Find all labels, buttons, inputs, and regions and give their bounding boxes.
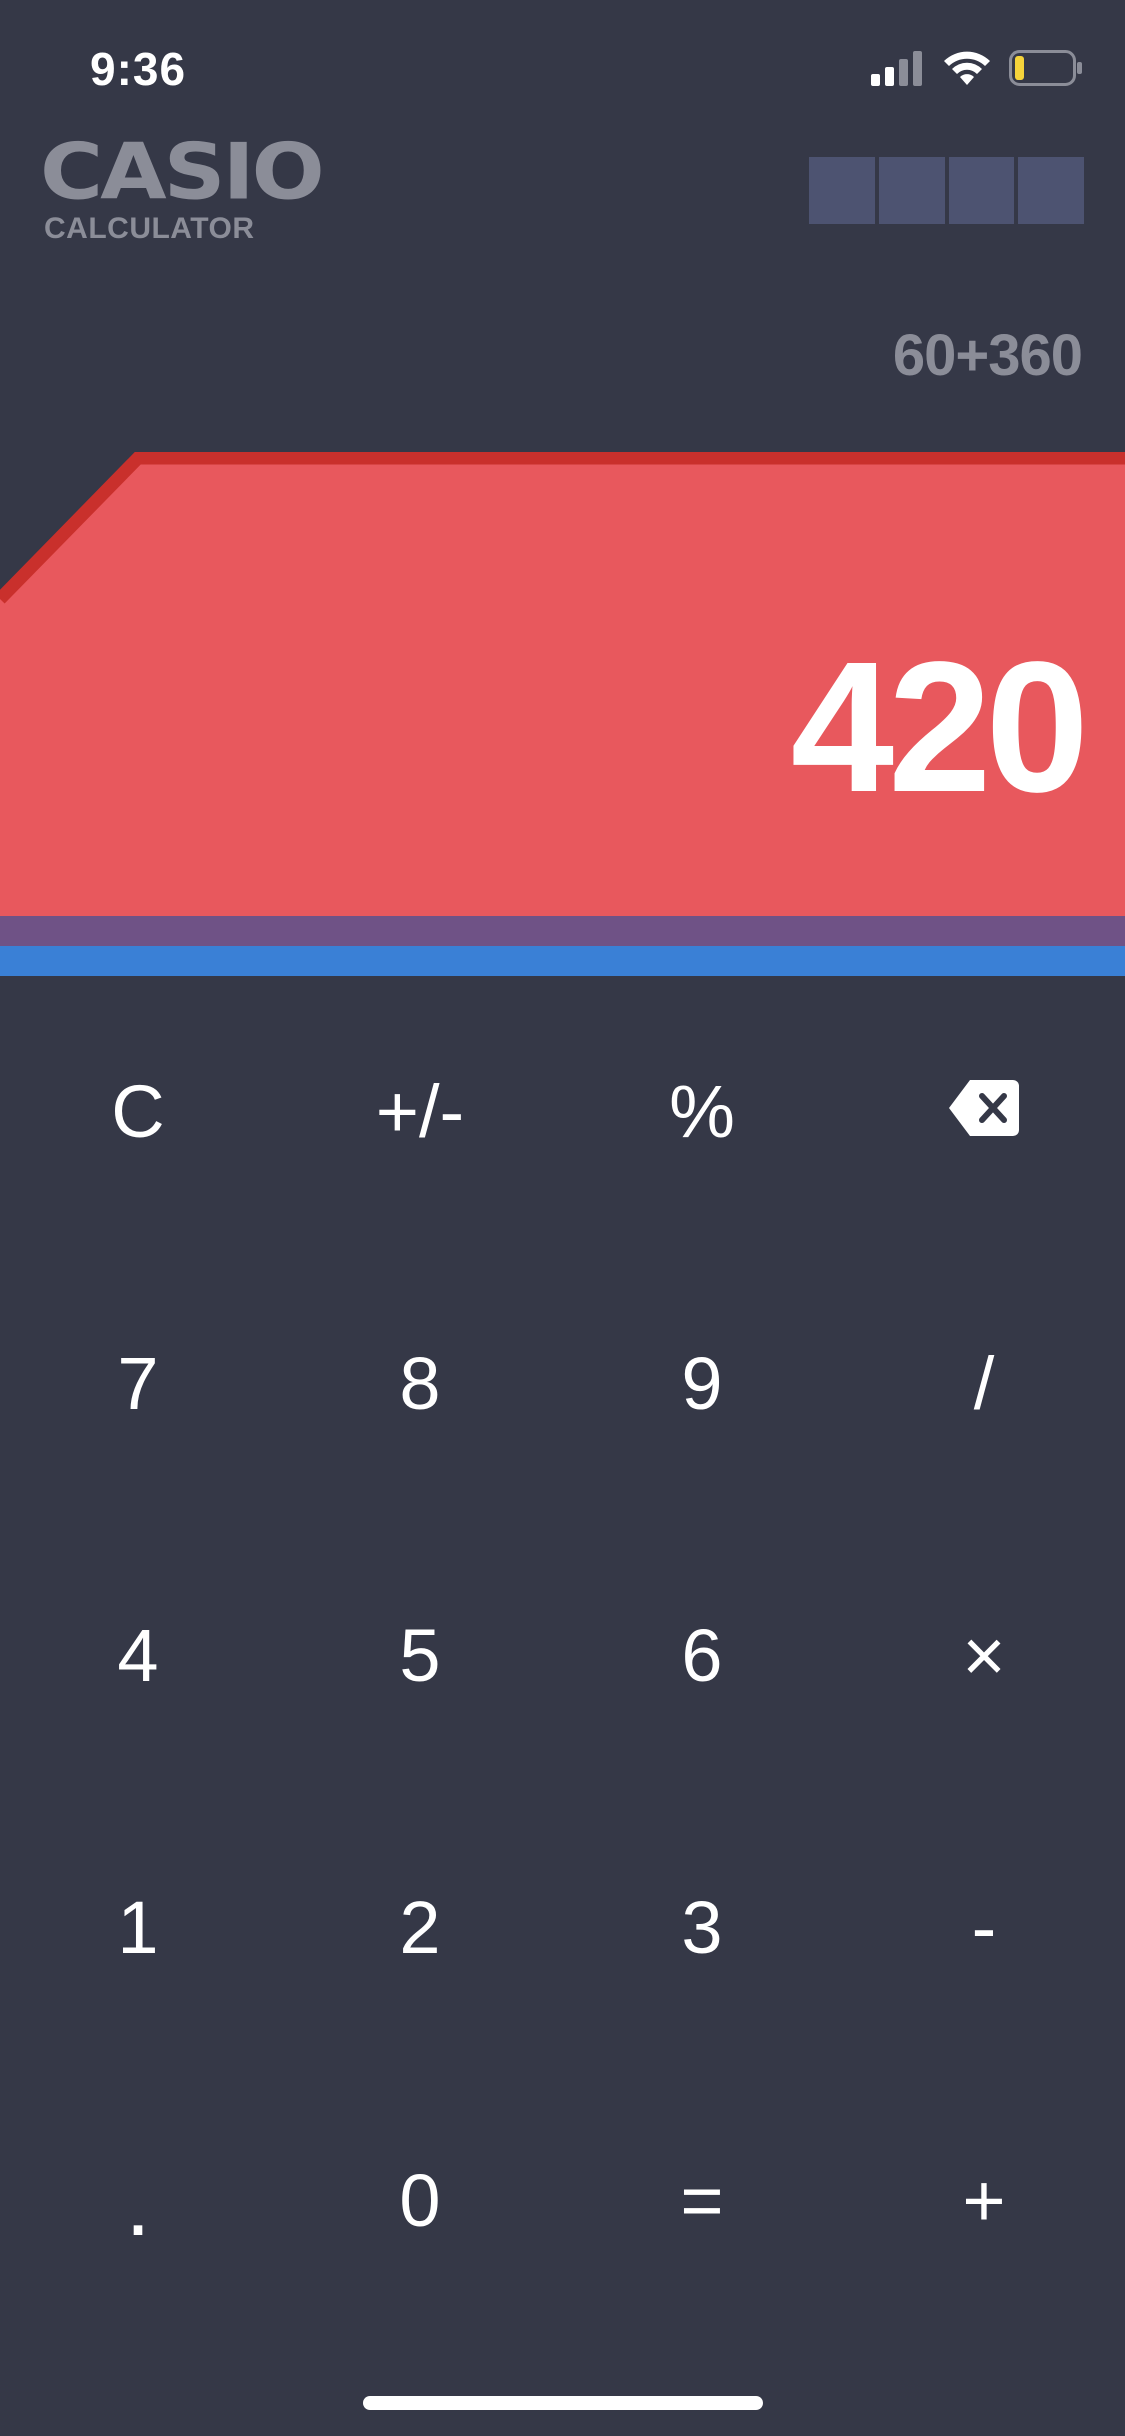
decimal-label: . bbox=[125, 2154, 151, 2255]
backspace-button[interactable] bbox=[844, 975, 1125, 1247]
equals-button[interactable]: = bbox=[562, 2064, 843, 2336]
solar-panel bbox=[809, 157, 1084, 224]
multiply-label: × bbox=[962, 1613, 1006, 1697]
subtract-button[interactable]: - bbox=[844, 1791, 1125, 2063]
digit-5-label: 5 bbox=[399, 1613, 441, 1697]
subtract-label: - bbox=[971, 1885, 997, 1969]
digit-6-button[interactable]: 6 bbox=[562, 1519, 843, 1791]
solar-cell bbox=[948, 157, 1015, 224]
display-stripe-blue bbox=[0, 946, 1125, 976]
digit-8-label: 8 bbox=[399, 1341, 441, 1425]
digit-5-button[interactable]: 5 bbox=[280, 1519, 561, 1791]
digit-7-button[interactable]: 7 bbox=[0, 1247, 279, 1519]
digit-1-button[interactable]: 1 bbox=[0, 1791, 279, 2063]
digit-2-label: 2 bbox=[399, 1885, 441, 1969]
divide-label: / bbox=[973, 1341, 995, 1425]
digit-1-label: 1 bbox=[117, 1885, 159, 1969]
percent-button[interactable]: % bbox=[562, 975, 843, 1247]
percent-label: % bbox=[669, 1069, 735, 1153]
status-icons bbox=[871, 48, 1083, 92]
digit-9-label: 9 bbox=[681, 1341, 723, 1425]
brand-name: CASIO bbox=[40, 127, 325, 218]
wifi-icon bbox=[943, 50, 991, 91]
display-stripe-purple bbox=[0, 916, 1125, 946]
digit-8-button[interactable]: 8 bbox=[280, 1247, 561, 1519]
digit-3-label: 3 bbox=[681, 1885, 723, 1969]
sign-toggle-label: +/- bbox=[375, 1069, 465, 1153]
sign-toggle-button[interactable]: +/- bbox=[280, 975, 561, 1247]
digit-9-button[interactable]: 9 bbox=[562, 1247, 843, 1519]
digit-6-label: 6 bbox=[681, 1613, 723, 1697]
digit-0-button[interactable]: 0 bbox=[280, 2064, 561, 2336]
home-indicator[interactable] bbox=[363, 2396, 763, 2410]
cellular-signal-icon bbox=[871, 50, 925, 91]
digit-7-label: 7 bbox=[117, 1341, 159, 1425]
equals-label: = bbox=[680, 2158, 724, 2242]
clear-button[interactable]: C bbox=[0, 975, 279, 1247]
divide-button[interactable]: / bbox=[844, 1247, 1125, 1519]
clear-label: C bbox=[111, 1069, 165, 1153]
brand-logo: CASIO CALCULATOR bbox=[40, 127, 325, 246]
decimal-button[interactable]: . bbox=[0, 2064, 279, 2336]
digit-4-button[interactable]: 4 bbox=[0, 1519, 279, 1791]
expression-readout: 60+360 bbox=[892, 323, 1083, 388]
digit-3-button[interactable]: 3 bbox=[562, 1791, 843, 2063]
multiply-button[interactable]: × bbox=[844, 1519, 1125, 1791]
keypad: C +/-% 7 8 9 / 4 5 6 × 1 2 3 -. 0 = + bbox=[0, 975, 1125, 2255]
digit-2-button[interactable]: 2 bbox=[280, 1791, 561, 2063]
solar-cell bbox=[1018, 157, 1084, 224]
add-label: + bbox=[962, 2158, 1006, 2242]
status-bar: 9:36 bbox=[0, 0, 1125, 132]
solar-cell bbox=[878, 157, 945, 224]
digit-0-label: 0 bbox=[399, 2158, 441, 2242]
solar-cell bbox=[809, 157, 875, 224]
backspace-icon bbox=[948, 1069, 1020, 1154]
digit-4-label: 4 bbox=[117, 1613, 159, 1697]
status-time: 9:36 bbox=[90, 43, 187, 95]
add-button[interactable]: + bbox=[844, 2064, 1125, 2336]
battery-icon bbox=[1009, 49, 1083, 91]
result-display: 420 bbox=[790, 624, 1089, 831]
